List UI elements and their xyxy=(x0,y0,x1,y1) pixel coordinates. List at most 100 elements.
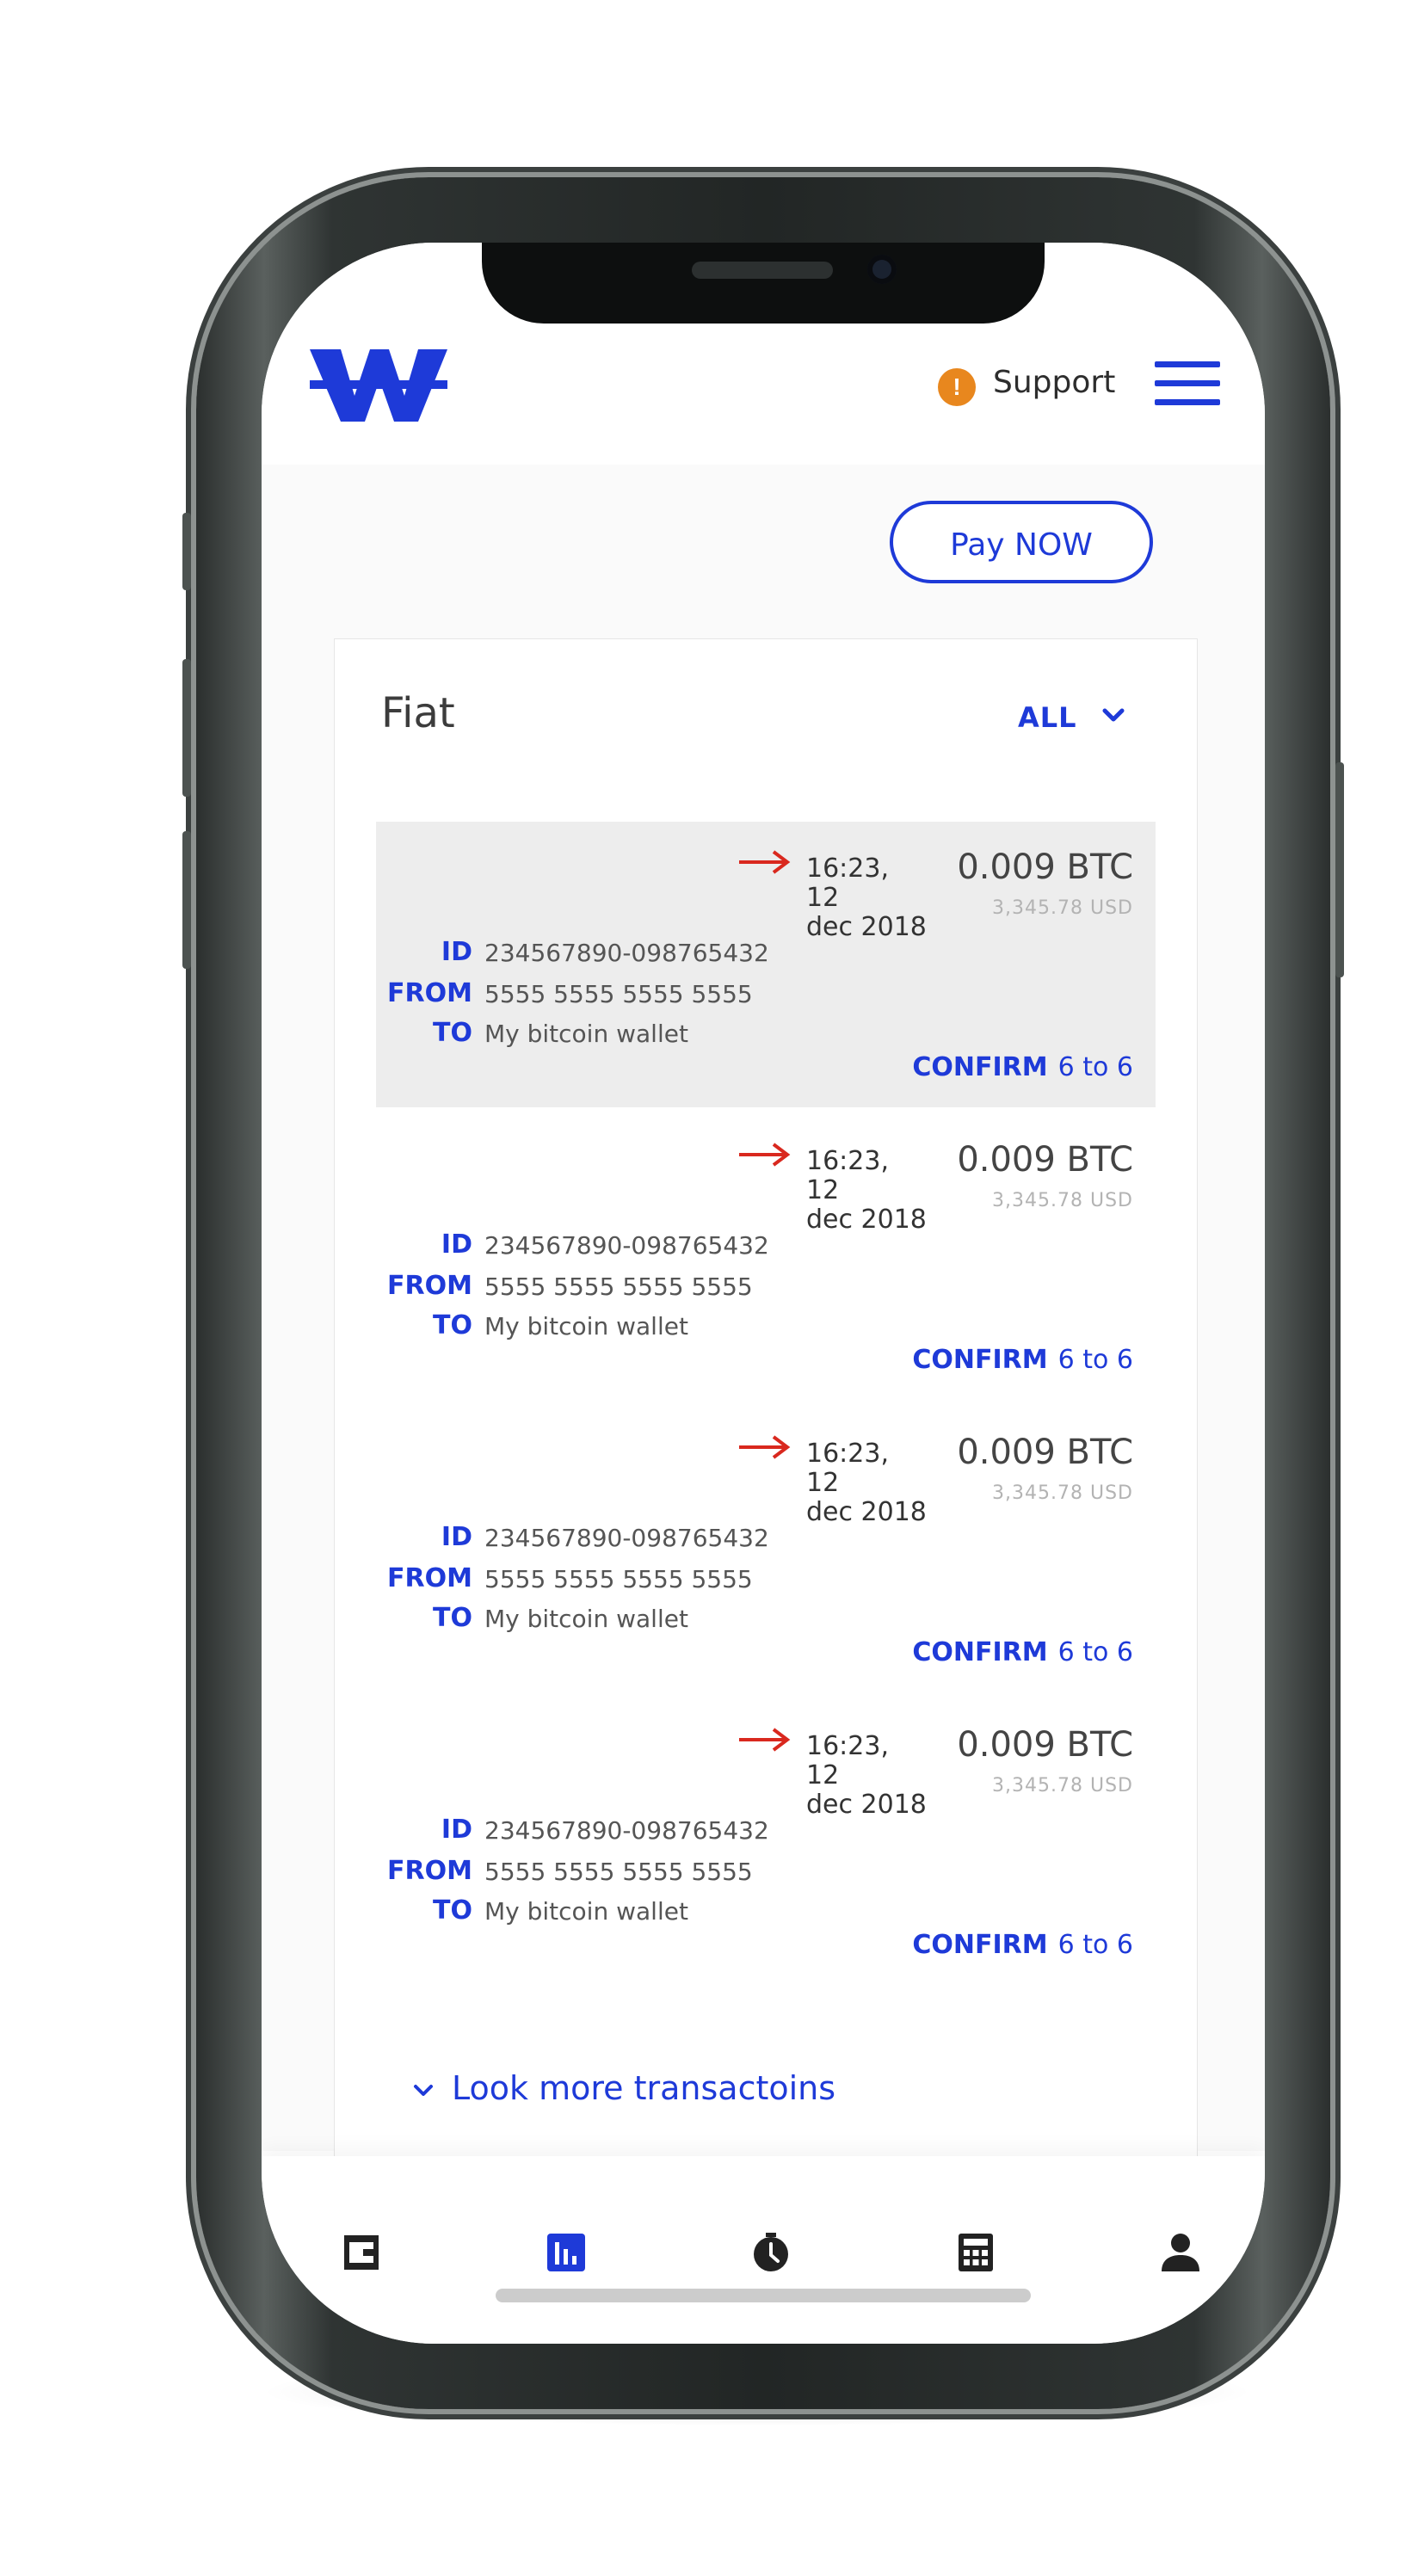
confirm-count: 6 to 6 xyxy=(1057,1345,1133,1375)
to-key: TO xyxy=(433,1895,472,1926)
confirm-label: CONFIRM xyxy=(912,1345,1048,1375)
id-value: 234567890-098765432 xyxy=(484,1816,769,1845)
id-key: ID xyxy=(441,1815,472,1845)
arrow-right-icon xyxy=(739,1143,791,1167)
transaction-from-row: FROM 5555 5555 5555 5555 xyxy=(376,1856,1150,1890)
from-value: 5555 5555 5555 5555 xyxy=(484,1565,753,1593)
amount-btc: 0.009 BTC xyxy=(957,847,1133,887)
arrow-right-icon xyxy=(739,1728,791,1752)
profile-icon[interactable] xyxy=(1158,2230,1203,2275)
transaction-from-row: FROM 5555 5555 5555 5555 xyxy=(376,1271,1150,1305)
transaction-time: 16:23, 12 dec 2018 xyxy=(806,1147,927,1235)
from-value: 5555 5555 5555 5555 xyxy=(484,1273,753,1301)
calculator-icon[interactable] xyxy=(953,2230,998,2275)
amount-btc: 0.009 BTC xyxy=(957,1140,1133,1180)
transaction-item[interactable]: 16:23, 12 dec 2018 0.009 BTC 3,345.78 USD ID… xyxy=(376,1699,1156,1985)
confirm-status[interactable]: CONFIRM 6 to 6 xyxy=(912,1052,1133,1082)
id-value: 234567890-098765432 xyxy=(484,939,769,967)
mute-switch xyxy=(182,513,191,590)
from-key: FROM xyxy=(387,1563,472,1593)
volume-down-button xyxy=(182,831,191,969)
id-key: ID xyxy=(441,937,472,967)
transaction-from-row: FROM 5555 5555 5555 5555 xyxy=(376,1563,1150,1598)
transaction-to-row: TO My bitcoin wallet xyxy=(376,1895,1150,1930)
transaction-id-row: ID 234567890-098765432 xyxy=(376,1815,1150,1849)
from-key: FROM xyxy=(387,1271,472,1301)
home-indicator[interactable] xyxy=(496,2289,1031,2302)
confirm-count: 6 to 6 xyxy=(1057,1637,1133,1667)
id-key: ID xyxy=(441,1522,472,1552)
id-key: ID xyxy=(441,1229,472,1260)
transaction-from-row: FROM 5555 5555 5555 5555 xyxy=(376,978,1150,1013)
look-more-link[interactable]: Look more transactoins xyxy=(410,2069,835,2107)
phone-screen: ! Support Pay NOW Fiat ALL 16:23, 12 dec … xyxy=(262,243,1265,2344)
hamburger-menu-icon[interactable] xyxy=(1155,358,1220,410)
pay-now-button[interactable]: Pay NOW xyxy=(890,501,1153,583)
support-icon[interactable]: ! xyxy=(938,368,976,406)
chevron-down-icon[interactable] xyxy=(1099,703,1128,729)
to-key: TO xyxy=(433,1310,472,1340)
card-title: Fiat xyxy=(381,689,455,737)
transaction-to-row: TO My bitcoin wallet xyxy=(376,1603,1150,1637)
transaction-id-row: ID 234567890-098765432 xyxy=(376,1522,1150,1556)
transaction-item[interactable]: 16:23, 12 dec 2018 0.009 BTC 3,345.78 USD ID… xyxy=(376,1114,1156,1400)
wallet-icon[interactable] xyxy=(339,2230,384,2275)
chevron-down-icon xyxy=(414,2084,433,2096)
bar-chart-icon[interactable] xyxy=(544,2230,589,2275)
transaction-to-row: TO My bitcoin wallet xyxy=(376,1310,1150,1345)
transaction-time: 16:23, 12 dec 2018 xyxy=(806,1732,927,1820)
arrow-right-icon xyxy=(739,850,791,874)
to-value: My bitcoin wallet xyxy=(484,1020,688,1048)
confirm-count: 6 to 6 xyxy=(1057,1052,1133,1082)
front-camera xyxy=(867,255,897,284)
amount-usd: 3,345.78 USD xyxy=(992,1482,1133,1504)
amount-usd: 3,345.78 USD xyxy=(992,897,1133,919)
transaction-time-line1: 16:23, 12 xyxy=(806,854,889,913)
phone-frame: ! Support Pay NOW Fiat ALL 16:23, 12 dec … xyxy=(182,177,1344,2409)
transaction-id-row: ID 234567890-098765432 xyxy=(376,1229,1150,1264)
w-logo-icon[interactable] xyxy=(310,342,447,428)
speaker-grille xyxy=(692,262,833,279)
transaction-item[interactable]: 16:23, 12 dec 2018 0.009 BTC 3,345.78 USD ID… xyxy=(376,822,1156,1107)
confirm-status[interactable]: CONFIRM 6 to 6 xyxy=(912,1345,1133,1375)
power-button xyxy=(1335,762,1344,977)
amount-usd: 3,345.78 USD xyxy=(992,1190,1133,1211)
id-value: 234567890-098765432 xyxy=(484,1231,769,1260)
to-value: My bitcoin wallet xyxy=(484,1312,688,1340)
amount-usd: 3,345.78 USD xyxy=(992,1775,1133,1796)
transaction-time: 16:23, 12 dec 2018 xyxy=(806,854,927,942)
transaction-time-line1: 16:23, 12 xyxy=(806,1146,889,1205)
history-clock-icon[interactable] xyxy=(749,2230,793,2275)
from-key: FROM xyxy=(387,978,472,1008)
arrow-right-icon xyxy=(739,1435,791,1459)
confirm-label: CONFIRM xyxy=(912,1052,1048,1082)
confirm-count: 6 to 6 xyxy=(1057,1930,1133,1960)
amount-btc: 0.009 BTC xyxy=(957,1433,1133,1472)
transaction-time-line1: 16:23, 12 xyxy=(806,1731,889,1790)
transaction-id-row: ID 234567890-098765432 xyxy=(376,937,1150,971)
amount-btc: 0.009 BTC xyxy=(957,1725,1133,1765)
confirm-label: CONFIRM xyxy=(912,1637,1048,1667)
confirm-status[interactable]: CONFIRM 6 to 6 xyxy=(912,1637,1133,1667)
volume-up-button xyxy=(182,659,191,797)
filter-dropdown[interactable]: ALL xyxy=(1018,701,1077,734)
confirm-label: CONFIRM xyxy=(912,1930,1048,1960)
to-key: TO xyxy=(433,1018,472,1048)
to-key: TO xyxy=(433,1603,472,1633)
to-value: My bitcoin wallet xyxy=(484,1605,688,1633)
transaction-to-row: TO My bitcoin wallet xyxy=(376,1018,1150,1052)
fiat-transactions-card: Fiat ALL 16:23, 12 dec 2018 0.009 BTC 3,345… xyxy=(334,638,1198,2163)
confirm-status[interactable]: CONFIRM 6 to 6 xyxy=(912,1930,1133,1960)
from-key: FROM xyxy=(387,1856,472,1886)
transaction-time: 16:23, 12 dec 2018 xyxy=(806,1439,927,1527)
to-value: My bitcoin wallet xyxy=(484,1897,688,1926)
id-value: 234567890-098765432 xyxy=(484,1524,769,1552)
transaction-item[interactable]: 16:23, 12 dec 2018 0.009 BTC 3,345.78 USD ID… xyxy=(376,1407,1156,1692)
transaction-time-line1: 16:23, 12 xyxy=(806,1439,889,1498)
phone-notch xyxy=(482,243,1045,324)
from-value: 5555 5555 5555 5555 xyxy=(484,1858,753,1886)
from-value: 5555 5555 5555 5555 xyxy=(484,980,753,1008)
bottom-tab-bar xyxy=(262,2156,1265,2344)
support-link[interactable]: Support xyxy=(993,365,1115,400)
look-more-label: Look more transactoins xyxy=(452,2069,836,2107)
